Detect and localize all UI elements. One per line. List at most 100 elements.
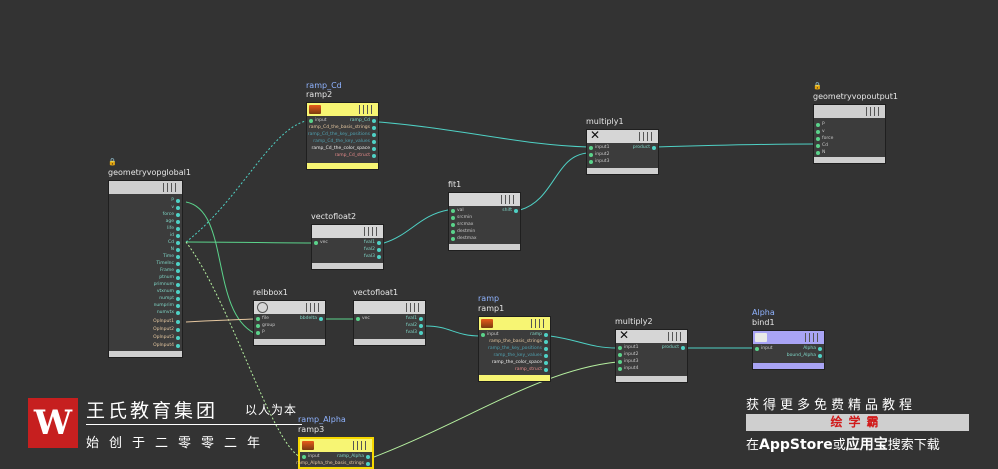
port-connector-icon[interactable] bbox=[356, 317, 360, 321]
port-in[interactable]: input1 bbox=[618, 345, 638, 351]
port-out[interactable]: product bbox=[662, 345, 685, 351]
port-connector-icon[interactable] bbox=[176, 311, 180, 315]
node-multiply2[interactable]: multiply2 ✕ input1 input2 input3 input4 … bbox=[615, 317, 688, 383]
port-out[interactable]: N bbox=[171, 247, 180, 253]
port-connector-icon[interactable] bbox=[256, 317, 260, 321]
port-in[interactable]: v bbox=[816, 129, 825, 135]
port-in[interactable]: destmin bbox=[451, 229, 475, 235]
port-connector-icon[interactable] bbox=[176, 262, 180, 266]
port-connector-icon[interactable] bbox=[176, 206, 180, 210]
port-in[interactable]: vec bbox=[314, 240, 328, 246]
port-in[interactable]: input2 bbox=[618, 352, 638, 358]
port-connector-icon[interactable] bbox=[451, 209, 455, 213]
port-out[interactable]: primnum bbox=[154, 282, 180, 288]
port-in[interactable]: P bbox=[256, 330, 265, 336]
port-connector-icon[interactable] bbox=[544, 347, 548, 351]
port-in[interactable]: input1 bbox=[589, 145, 609, 151]
port-connector-icon[interactable] bbox=[377, 241, 381, 245]
port-connector-icon[interactable] bbox=[176, 213, 180, 217]
port-out[interactable]: ramp_struct bbox=[515, 367, 548, 373]
node-ramp2[interactable]: ramp_Cd ramp2 input ramp_Cd ramp_Cd_the_… bbox=[306, 80, 379, 170]
port-in[interactable]: N bbox=[816, 150, 825, 156]
port-connector-icon[interactable] bbox=[372, 140, 376, 144]
port-connector-icon[interactable] bbox=[589, 160, 593, 164]
port-connector-icon[interactable] bbox=[176, 320, 180, 324]
port-connector-icon[interactable] bbox=[451, 237, 455, 241]
port-out[interactable]: numvtx bbox=[157, 310, 180, 316]
port-connector-icon[interactable] bbox=[314, 241, 318, 245]
node-vectofloat2[interactable]: vectofloat2 vec fval1 fval2 fval3 bbox=[311, 212, 384, 270]
port-connector-icon[interactable] bbox=[514, 209, 518, 213]
port-in[interactable]: P bbox=[816, 122, 825, 128]
port-connector-icon[interactable] bbox=[176, 283, 180, 287]
port-out[interactable]: ramp_the_key_positions bbox=[488, 346, 548, 352]
port-out[interactable]: fval2 bbox=[406, 323, 423, 329]
port-connector-icon[interactable] bbox=[256, 331, 260, 335]
port-out[interactable]: ramp_Cd_the_key_values bbox=[313, 139, 376, 145]
port-connector-icon[interactable] bbox=[816, 130, 820, 134]
port-out[interactable]: TimeInc bbox=[156, 261, 180, 267]
port-out[interactable]: Time bbox=[163, 254, 180, 260]
port-in[interactable]: input bbox=[755, 346, 773, 352]
port-connector-icon[interactable] bbox=[176, 241, 180, 245]
port-connector-icon[interactable] bbox=[816, 137, 820, 141]
port-connector-icon[interactable] bbox=[366, 462, 370, 466]
port-out[interactable]: fval3 bbox=[364, 254, 381, 260]
port-out[interactable]: ramp_Cd_the_key_positions bbox=[308, 132, 376, 138]
port-connector-icon[interactable] bbox=[176, 248, 180, 252]
port-connector-icon[interactable] bbox=[302, 455, 306, 459]
port-connector-icon[interactable] bbox=[419, 331, 423, 335]
port-out[interactable]: v bbox=[171, 205, 180, 211]
port-out[interactable]: OpInput4 bbox=[153, 343, 180, 349]
port-connector-icon[interactable] bbox=[618, 353, 622, 357]
port-connector-icon[interactable] bbox=[681, 346, 685, 350]
port-out[interactable]: fval3 bbox=[406, 330, 423, 336]
port-out[interactable]: fval1 bbox=[406, 316, 423, 322]
port-connector-icon[interactable] bbox=[818, 347, 822, 351]
port-in[interactable]: force bbox=[816, 136, 833, 142]
port-out[interactable]: numpt bbox=[159, 296, 180, 302]
port-connector-icon[interactable] bbox=[176, 269, 180, 273]
port-out[interactable]: Alpha bbox=[803, 346, 822, 352]
port-out[interactable]: ramp_Alpha_the_basis_strings bbox=[296, 461, 370, 467]
port-connector-icon[interactable] bbox=[377, 248, 381, 252]
port-connector-icon[interactable] bbox=[309, 119, 313, 123]
port-out[interactable]: OpInput2 bbox=[153, 327, 180, 333]
port-connector-icon[interactable] bbox=[544, 361, 548, 365]
node-fit1[interactable]: fit1 val srcmin srcmax destmin destmax s… bbox=[448, 180, 521, 251]
port-connector-icon[interactable] bbox=[176, 276, 180, 280]
port-out[interactable]: ramp_Cd_the_basis_strings bbox=[309, 125, 376, 131]
port-connector-icon[interactable] bbox=[451, 216, 455, 220]
port-out[interactable]: Frame bbox=[160, 268, 180, 274]
port-connector-icon[interactable] bbox=[451, 223, 455, 227]
port-connector-icon[interactable] bbox=[451, 230, 455, 234]
port-out[interactable]: vtxnum bbox=[157, 289, 180, 295]
port-connector-icon[interactable] bbox=[372, 147, 376, 151]
port-in[interactable]: input bbox=[302, 454, 320, 460]
port-connector-icon[interactable] bbox=[618, 360, 622, 364]
port-out[interactable]: ramp_the_key_values bbox=[494, 353, 548, 359]
port-out[interactable]: ptnum bbox=[159, 275, 180, 281]
port-in[interactable]: input bbox=[309, 118, 327, 124]
port-connector-icon[interactable] bbox=[419, 324, 423, 328]
port-out[interactable]: ramp_the_color_space bbox=[492, 360, 548, 366]
port-connector-icon[interactable] bbox=[816, 123, 820, 127]
port-connector-icon[interactable] bbox=[176, 304, 180, 308]
port-connector-icon[interactable] bbox=[589, 153, 593, 157]
port-connector-icon[interactable] bbox=[372, 154, 376, 158]
node-ramp1[interactable]: ramp ramp1 input ramp ramp_the_basis_str… bbox=[478, 294, 551, 382]
port-out[interactable]: P bbox=[171, 198, 180, 204]
port-out[interactable]: shift bbox=[502, 208, 518, 214]
port-in[interactable]: group bbox=[256, 323, 275, 329]
port-out[interactable]: Cd bbox=[168, 240, 180, 246]
port-out[interactable]: bbdelta bbox=[300, 316, 323, 322]
port-out[interactable]: ramp_the_basis_strings bbox=[489, 339, 548, 345]
port-connector-icon[interactable] bbox=[818, 354, 822, 358]
port-connector-icon[interactable] bbox=[816, 151, 820, 155]
port-connector-icon[interactable] bbox=[816, 144, 820, 148]
port-connector-icon[interactable] bbox=[377, 255, 381, 259]
port-out[interactable]: fval1 bbox=[364, 240, 381, 246]
port-in[interactable]: srcmin bbox=[451, 215, 472, 221]
port-connector-icon[interactable] bbox=[544, 340, 548, 344]
port-in[interactable]: file bbox=[256, 316, 269, 322]
